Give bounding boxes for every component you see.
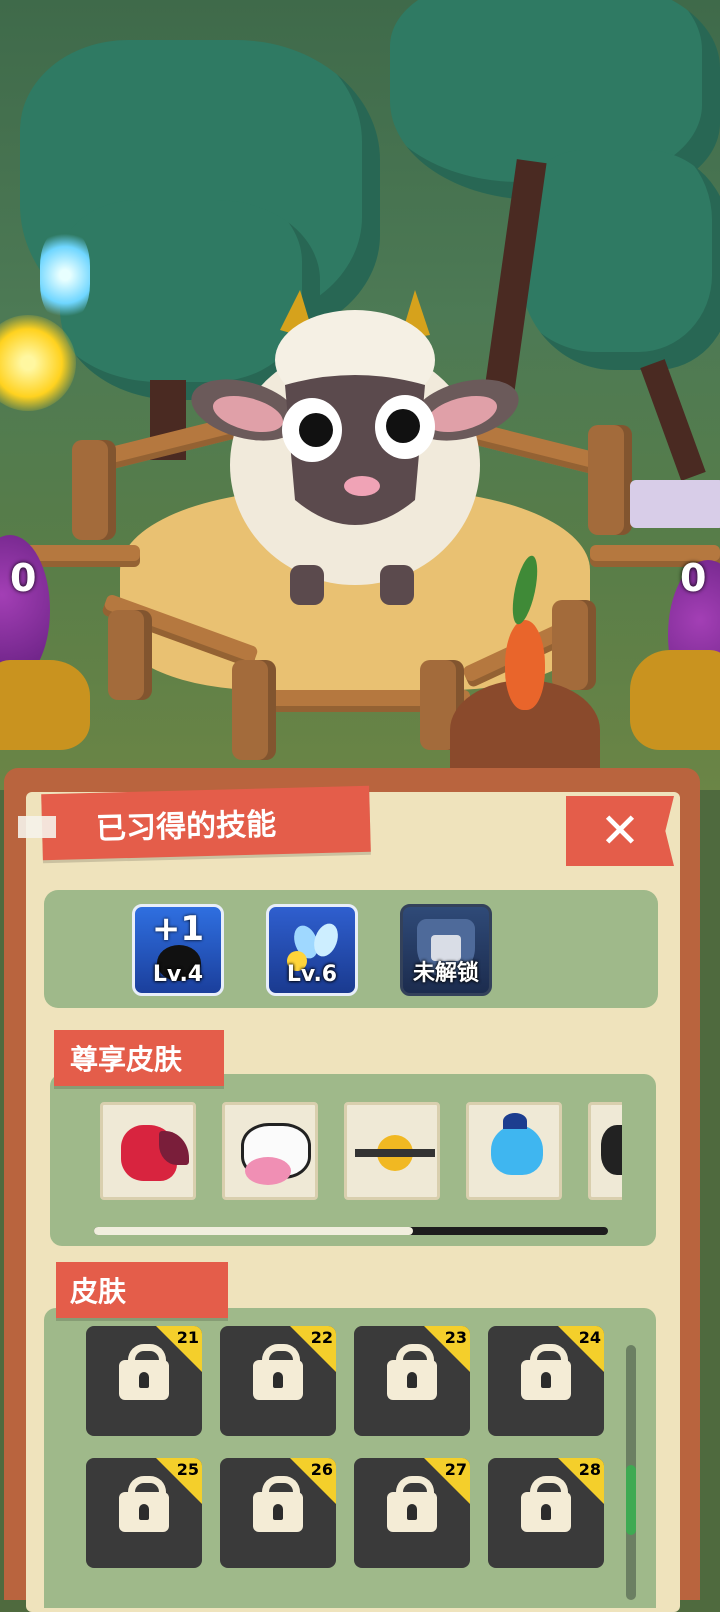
skin-number: 28 — [578, 1460, 601, 1479]
fence-post — [108, 610, 152, 700]
skin-number: 25 — [176, 1460, 199, 1479]
sheep-character[interactable] — [190, 280, 520, 610]
skin-number: 21 — [176, 1328, 199, 1347]
fence-post — [72, 440, 116, 540]
skin-number: 26 — [310, 1460, 333, 1479]
skill-locked-label: 未解锁 — [412, 961, 479, 986]
tree — [520, 150, 720, 370]
skins-scrollbar-thumb[interactable] — [626, 1465, 636, 1535]
locked-skin-tile[interactable]: 24 — [488, 1326, 604, 1436]
blue-fairy — [40, 230, 90, 320]
keyhole-icon — [541, 1504, 551, 1520]
locked-skin-tile[interactable]: 27 — [354, 1458, 470, 1568]
skins-title: 皮肤 — [56, 1262, 228, 1318]
golden-nest-left — [0, 660, 90, 750]
tree-trunk — [640, 359, 706, 481]
keyhole-icon — [273, 1504, 283, 1520]
skin-number: 23 — [444, 1328, 467, 1347]
premium-scrollbar-thumb[interactable] — [94, 1227, 413, 1235]
keyhole-icon — [407, 1372, 417, 1388]
cow-nose-icon — [245, 1157, 291, 1185]
locked-skin-tile[interactable]: 25 — [86, 1458, 202, 1568]
carrot-icon — [505, 620, 545, 710]
black-cat-icon — [601, 1125, 622, 1175]
close-button[interactable]: ✕ — [566, 796, 674, 866]
skill-level: Lv.4 — [152, 962, 204, 987]
egg-count-left: 0 — [10, 556, 37, 600]
premium-skins-title: 尊享皮肤 — [54, 1030, 224, 1086]
skill-bomb-plus[interactable]: +1 Lv.4 — [132, 904, 224, 996]
premium-skin-cow[interactable] — [222, 1102, 318, 1200]
premium-skins-scroller[interactable] — [100, 1102, 622, 1206]
skin-number: 22 — [310, 1328, 333, 1347]
jellyfish-hat-icon — [503, 1113, 527, 1129]
locked-skin-tile[interactable]: 23 — [354, 1326, 470, 1436]
premium-skin-dragon[interactable] — [100, 1102, 196, 1200]
golden-nest-right — [630, 650, 720, 750]
locked-skin-tile[interactable]: 28 — [488, 1458, 604, 1568]
fence-post — [588, 425, 632, 535]
egg-count-right: 0 — [680, 556, 707, 600]
skill-locked[interactable]: 未解锁 — [400, 904, 492, 996]
game-scene: 0 0 — [0, 0, 720, 790]
keyhole-icon — [541, 1372, 551, 1388]
drone-arm-icon — [355, 1149, 435, 1157]
skin-number: 24 — [578, 1328, 601, 1347]
keyhole-icon — [273, 1372, 283, 1388]
keyhole-icon — [139, 1372, 149, 1388]
skill-bee-wings[interactable]: Lv.6 — [266, 904, 358, 996]
skill-plus-text: +1 — [151, 909, 205, 949]
keyhole-icon — [407, 1504, 417, 1520]
skin-number: 27 — [444, 1460, 467, 1479]
blue-jellyfish-icon — [491, 1125, 543, 1175]
keyhole-icon — [139, 1504, 149, 1520]
fence-post — [232, 660, 276, 760]
premium-skin-jellyfish[interactable] — [466, 1102, 562, 1200]
locked-skin-tile[interactable]: 21 — [86, 1326, 202, 1436]
locked-skin-tile[interactable]: 22 — [220, 1326, 336, 1436]
fence-post — [552, 600, 596, 690]
premium-skin-cat[interactable] — [588, 1102, 622, 1200]
panel-title: 已习得的技能 — [41, 785, 371, 861]
seed-tray — [630, 480, 720, 528]
premium-skin-drone[interactable] — [344, 1102, 440, 1200]
skill-level: Lv.6 — [286, 962, 338, 987]
tape-icon — [18, 816, 56, 838]
locked-skin-tile[interactable]: 26 — [220, 1458, 336, 1568]
